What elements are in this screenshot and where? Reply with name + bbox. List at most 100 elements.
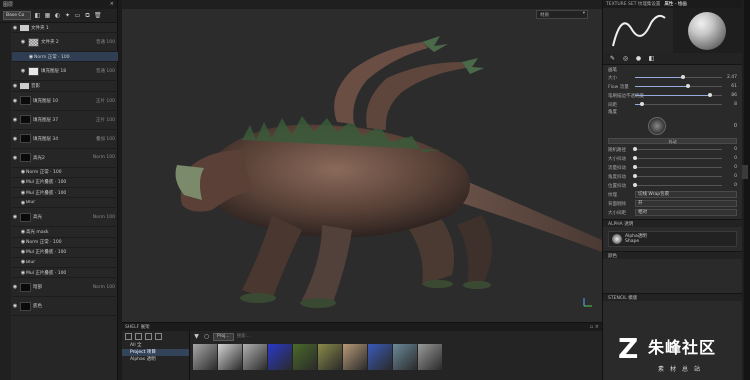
layer-blend-opacity[interactable]: Norm 100 — [88, 285, 118, 290]
duplicate-icon[interactable]: ⧉ — [84, 12, 91, 19]
slider-knob[interactable] — [633, 165, 637, 169]
tab-texture-set[interactable]: TEXTURE SET 纹理集设置 — [606, 1, 660, 7]
visibility-eye-icon[interactable]: ◉ — [12, 117, 18, 123]
slider-knob[interactable] — [639, 102, 644, 106]
filter-chip[interactable]: Proj... — [213, 332, 234, 341]
alpha-icon[interactable]: ◎ — [622, 55, 629, 62]
slider-track[interactable] — [633, 183, 722, 187]
slider-value[interactable]: 8 — [725, 102, 737, 107]
slider-knob[interactable] — [633, 183, 637, 187]
slider-track[interactable] — [633, 174, 722, 178]
delete-icon[interactable]: 🗑 — [94, 12, 102, 19]
visibility-eye-icon[interactable]: ◉ — [12, 136, 18, 142]
dropdown-select[interactable]: 开 — [635, 200, 737, 207]
shelf-texture-thumbnail[interactable] — [293, 344, 317, 370]
dragon-model[interactable] — [122, 0, 602, 322]
search-icon[interactable]: ○ — [203, 333, 210, 340]
layer-row[interactable]: ◉ Mul 正片叠底 · 100 — [12, 268, 118, 279]
shelf-texture-thumbnail[interactable] — [243, 344, 267, 370]
shelf-add-icon[interactable] — [155, 333, 162, 340]
shelf-grid-icon[interactable] — [125, 333, 132, 340]
shelf-import-icon[interactable] — [145, 333, 152, 340]
layer-row[interactable]: ◉ 音影 — [12, 81, 118, 92]
visibility-eye-icon[interactable]: ◉ — [12, 98, 18, 104]
slider-track[interactable] — [633, 156, 722, 160]
slider-value[interactable]: 0 — [725, 165, 737, 170]
angle-dial[interactable] — [648, 117, 666, 135]
slider-value[interactable]: 0 — [725, 183, 737, 188]
layer-row[interactable]: ◉ 文件夹 1 — [12, 23, 118, 34]
stencil-section-header[interactable]: STENCIL 模版 — [603, 293, 742, 301]
layer-row[interactable]: ◉ 文件夹 2 普通 100 — [12, 33, 118, 53]
viewport-material-select[interactable]: 材质 — [536, 10, 588, 19]
visibility-eye-icon[interactable]: ◉ — [12, 214, 18, 220]
shelf-category-item[interactable]: Alphas 透明 — [122, 356, 189, 363]
slider-value[interactable]: 61 — [725, 84, 737, 89]
slider-track[interactable] — [633, 165, 722, 169]
visibility-eye-icon[interactable]: ◉ — [20, 68, 26, 74]
layer-row[interactable]: ◉ Blur — [12, 198, 118, 209]
fill-layer-icon[interactable]: ▦ — [44, 12, 51, 19]
material-icon[interactable]: ● — [635, 55, 642, 62]
layer-row[interactable]: ◉ Blur — [12, 258, 118, 269]
shelf-category-item[interactable]: Project 项目 — [122, 349, 189, 356]
filter-icon[interactable]: ▼ — [193, 333, 200, 340]
layer-row[interactable]: ◉ 底色 — [12, 297, 118, 317]
effect-icon[interactable]: ✦ — [64, 12, 71, 19]
viewport-3d[interactable]: 材质 — [122, 0, 602, 322]
layer-row[interactable]: ◉ Norm 正常 · 100 — [12, 168, 118, 178]
slider-knob[interactable] — [707, 93, 712, 97]
slider-track[interactable] — [635, 102, 722, 106]
layer-row[interactable]: ◉ Mul 正片叠底 · 100 — [12, 188, 118, 199]
shelf-texture-thumbnail[interactable] — [268, 344, 292, 370]
layer-row[interactable]: ◉ 高光 Norm 100 — [12, 208, 118, 228]
shelf-texture-thumbnail[interactable] — [318, 344, 342, 370]
layer-blend-opacity[interactable]: 普通 100 — [88, 39, 118, 45]
alpha-section-header[interactable]: ALPHA 透明 — [603, 219, 742, 227]
slider-track[interactable] — [633, 147, 722, 151]
brush-icon[interactable]: ✎ — [609, 55, 616, 62]
folder-icon[interactable]: ▭ — [74, 12, 81, 19]
shelf-list-icon[interactable] — [135, 333, 142, 340]
mask-icon[interactable]: ◐ — [54, 12, 61, 19]
panel-close-icon[interactable]: × — [110, 1, 114, 8]
layer-blend-opacity[interactable]: 叠加 100 — [88, 136, 118, 142]
shelf-texture-thumbnail[interactable] — [418, 344, 442, 370]
slider-value[interactable]: 0 — [725, 147, 737, 152]
paint-layer-icon[interactable]: ◧ — [34, 12, 41, 19]
jitter-button[interactable]: 抖动 — [608, 138, 737, 144]
layer-row[interactable]: ◉ 填充图层 10 正片 100 — [12, 92, 118, 111]
shelf-category-item[interactable]: All 全 — [122, 342, 189, 349]
slider-value[interactable]: 0 — [725, 156, 737, 161]
slider-knob[interactable] — [633, 147, 637, 151]
layer-blend-opacity[interactable]: Norm 100 — [88, 215, 118, 220]
shelf-window-controls[interactable]: ▫ × — [590, 324, 599, 330]
layer-row[interactable]: ◉ 高光 mask — [12, 227, 118, 238]
slider-knob[interactable] — [680, 75, 685, 79]
visibility-eye-icon[interactable]: ◉ — [20, 39, 26, 45]
layer-row[interactable]: ◉ 高光2 Norm 100 — [12, 149, 118, 168]
slider-track[interactable] — [635, 93, 722, 97]
layer-row[interactable]: ◉ Mul 正片叠底 · 100 — [12, 178, 118, 188]
slider-track[interactable] — [635, 84, 722, 88]
slider-knob[interactable] — [686, 84, 691, 88]
right-collapse-tab[interactable] — [742, 165, 748, 179]
slider-track[interactable] — [635, 75, 722, 79]
slider-value[interactable]: 0 — [725, 174, 737, 179]
shelf-texture-thumbnail[interactable] — [343, 344, 367, 370]
slider-knob[interactable] — [633, 156, 637, 160]
shelf-texture-thumbnail[interactable] — [218, 344, 242, 370]
alpha-slot[interactable]: Alpha透明 Shape — [608, 231, 737, 247]
color-section-header[interactable]: 颜色 — [603, 251, 742, 259]
visibility-eye-icon[interactable]: ◉ — [12, 303, 18, 309]
visibility-eye-icon[interactable]: ◉ — [12, 25, 18, 31]
shelf-search-input[interactable] — [236, 332, 297, 341]
layer-blend-opacity[interactable]: 普通 100 — [88, 68, 118, 74]
layer-blend-opacity[interactable]: 正片 100 — [88, 98, 118, 104]
layer-blend-opacity[interactable]: Norm 100 — [88, 155, 118, 160]
layer-blend-opacity[interactable]: 正片 100 — [88, 117, 118, 123]
dropdown-select[interactable]: 相对 — [635, 209, 737, 216]
layer-row[interactable]: ◉ Mul 正片叠底 · 100 — [12, 248, 118, 258]
layer-row[interactable]: ◉ 填充图层 37 正片 100 — [12, 111, 118, 130]
slider-value[interactable]: 86 — [725, 93, 737, 98]
